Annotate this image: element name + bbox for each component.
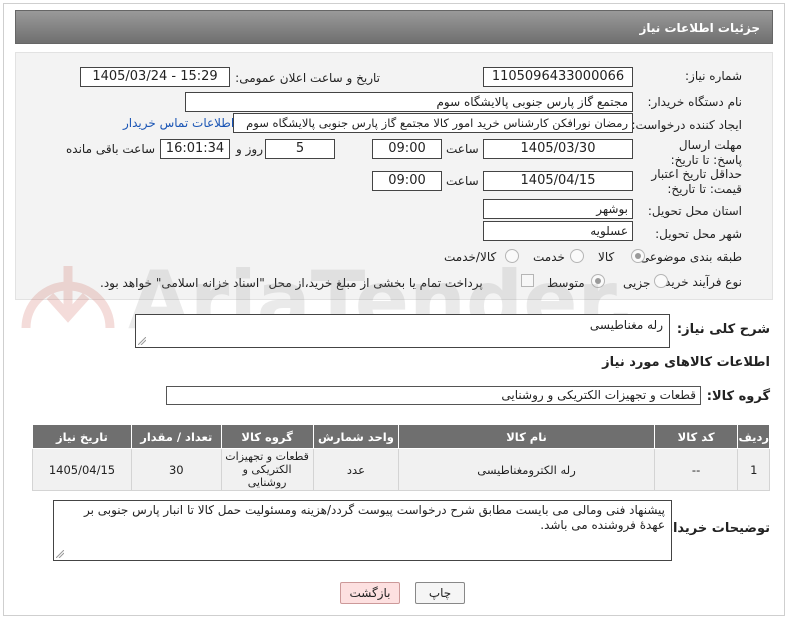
province-field: بوشهر [483,199,633,219]
buyer-contact-link[interactable]: اطلاعات تماس خریدار [123,116,234,130]
payment-note: پرداخت تمام یا بخشی از مبلغ خرید،از محل … [100,276,483,290]
city-label: شهر محل تحویل: [655,227,742,241]
col-group-header: گروه کالا [220,424,314,449]
resize-grip-icon[interactable] [138,337,146,345]
process-radio-medium[interactable] [591,274,605,288]
goods-group-label: گروه کالا: [706,389,770,404]
items-table: ردیف کد کالا نام کالا واحد شمارش گروه کا… [32,424,770,491]
back-button[interactable]: بازگشت [340,582,400,604]
col-code-header: کد کالا [653,424,739,449]
days-count-field: 5 [265,139,335,159]
col-qty-header: تعداد / مقدار [130,424,222,449]
days-label: روز و [236,142,263,156]
process-option-minor: جزیی [623,276,651,290]
col-name-header: نام کالا [398,424,655,449]
col-unit-header: واحد شمارش [312,424,400,449]
category-option-service: خدمت [533,250,565,264]
cell-group: قطعات و تجهیزات الکتریکی و روشنایی [220,448,314,491]
buyer-notes-value: پیشنهاد فنی ومالی می بایست مطابق شرح درخ… [83,503,665,532]
buyer-org-label: نام دستگاه خریدار: [647,95,743,109]
payment-checkbox[interactable] [521,274,534,287]
process-option-medium: متوسط [547,276,585,290]
buyer-notes-field[interactable]: پیشنهاد فنی ومالی می بایست مطابق شرح درخ… [53,500,672,561]
cell-date: 1405/04/15 [32,448,132,491]
remaining-time-field: 16:01:34 [160,139,230,159]
category-option-goods: کالا [598,250,615,264]
province-label: استان محل تحویل: [647,204,742,218]
table-row: 1 -- رله الکترومغناطیسی عدد قطعات و تجهی… [32,448,770,491]
resize-grip-icon[interactable] [56,550,64,558]
goods-group-field: قطعات و تجهیزات الکتریکی و روشنایی [166,386,701,405]
deadline-date-field: 1405/03/30 [483,139,633,159]
category-radio-goods[interactable] [631,249,645,263]
announce-label: تاریخ و ساعت اعلان عمومی: [235,71,380,85]
buyer-org-field: مجتمع گاز پارس جنوبی پالایشگاه سوم [185,92,633,112]
category-label: طبقه بندی موضوعی: [635,250,742,264]
category-option-goods-service: کالا/خدمت [444,250,497,264]
validity-label: حداقل تاریخ اعتبار قیمت: تا تاریخ: [651,167,742,196]
print-button[interactable]: چاپ [415,582,465,604]
buyer-notes-label: توضیحات خریدار: [660,521,770,536]
page-title: جزئیات اطلاعات نیاز [15,10,773,44]
creator-field: رمضان نورافکن کارشناس خرید امور کالا مجت… [233,113,633,133]
need-number-field: 1105096433000066 [483,67,633,87]
deadline-time-field: 09:00 [372,139,442,159]
announce-field: 1405/03/24 - 15:29 [80,67,230,87]
description-value: رله مغناطیسی [589,318,663,332]
description-field[interactable]: رله مغناطیسی [135,314,670,348]
validity-date-field: 1405/04/15 [483,171,633,191]
process-radio-minor[interactable] [654,274,668,288]
deadline-label: مهلت ارسال پاسخ: تا تاریخ: [670,138,742,167]
cell-row: 1 [737,448,770,491]
cell-qty: 30 [130,448,222,491]
category-radio-service[interactable] [570,249,584,263]
cell-code: -- [653,448,739,491]
validity-time-field: 09:00 [372,171,442,191]
remaining-time-label: ساعت باقی مانده [66,142,156,156]
category-radio-goods-service[interactable] [505,249,519,263]
city-field: عسلویه [483,221,633,241]
cell-unit: عدد [312,448,400,491]
goods-info-title: اطلاعات کالاهای مورد نیاز [602,355,770,370]
need-number-label: شماره نیاز: [685,69,742,83]
items-table-header: ردیف کد کالا نام کالا واحد شمارش گروه کا… [32,424,770,449]
creator-label: ایجاد کننده درخواست: [631,118,742,132]
col-date-header: تاریخ نیاز [32,424,132,449]
validity-time-label: ساعت [446,174,479,188]
process-label: نوع فرآیند خرید : [657,275,742,289]
deadline-time-label: ساعت [446,142,479,156]
col-row-header: ردیف [737,424,770,449]
cell-name: رله الکترومغناطیسی [398,448,655,491]
description-label: شرح کلی نیاز: [676,322,770,337]
